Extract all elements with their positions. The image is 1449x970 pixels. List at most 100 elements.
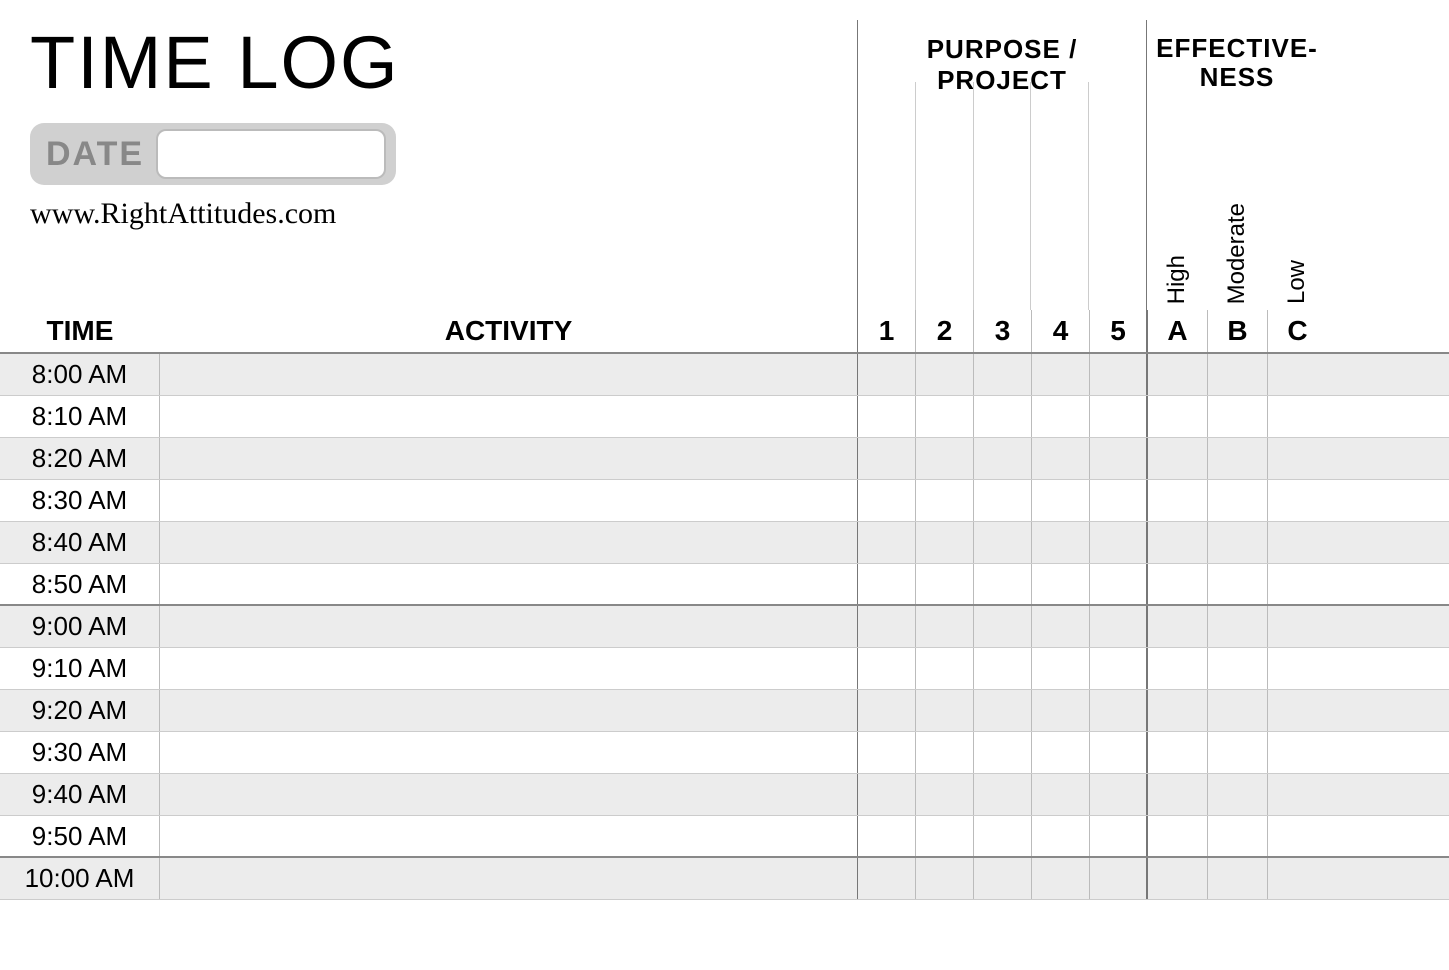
activity-cell[interactable] bbox=[160, 732, 857, 773]
purpose-cell[interactable] bbox=[1031, 522, 1089, 563]
effectiveness-cell[interactable] bbox=[1147, 354, 1207, 395]
effectiveness-cell[interactable] bbox=[1207, 690, 1267, 731]
effectiveness-cell[interactable] bbox=[1207, 480, 1267, 521]
purpose-cell[interactable] bbox=[915, 354, 973, 395]
purpose-cell[interactable] bbox=[973, 522, 1031, 563]
purpose-cell[interactable] bbox=[1089, 816, 1147, 856]
purpose-cell[interactable] bbox=[1089, 396, 1147, 437]
purpose-cell[interactable] bbox=[1031, 606, 1089, 647]
effectiveness-cell[interactable] bbox=[1207, 732, 1267, 773]
effectiveness-cell[interactable] bbox=[1147, 648, 1207, 689]
purpose-cell[interactable] bbox=[915, 690, 973, 731]
purpose-cell[interactable] bbox=[857, 438, 915, 479]
effectiveness-cell[interactable] bbox=[1207, 774, 1267, 815]
purpose-cell[interactable] bbox=[1031, 816, 1089, 856]
effectiveness-cell[interactable] bbox=[1207, 564, 1267, 604]
effectiveness-cell[interactable] bbox=[1207, 522, 1267, 563]
purpose-cell[interactable] bbox=[973, 732, 1031, 773]
effectiveness-cell[interactable] bbox=[1267, 690, 1327, 731]
purpose-cell[interactable] bbox=[1031, 564, 1089, 604]
purpose-cell[interactable] bbox=[857, 648, 915, 689]
purpose-cell[interactable] bbox=[857, 396, 915, 437]
activity-cell[interactable] bbox=[160, 564, 857, 604]
purpose-cell[interactable] bbox=[1031, 690, 1089, 731]
activity-cell[interactable] bbox=[160, 858, 857, 899]
purpose-cell[interactable] bbox=[857, 732, 915, 773]
purpose-cell[interactable] bbox=[1089, 858, 1147, 899]
purpose-cell[interactable] bbox=[1089, 564, 1147, 604]
purpose-cell[interactable] bbox=[1089, 480, 1147, 521]
purpose-cell[interactable] bbox=[1089, 438, 1147, 479]
effectiveness-cell[interactable] bbox=[1267, 648, 1327, 689]
effectiveness-cell[interactable] bbox=[1267, 606, 1327, 647]
purpose-cell[interactable] bbox=[915, 858, 973, 899]
purpose-cell[interactable] bbox=[973, 648, 1031, 689]
purpose-cell[interactable] bbox=[1031, 354, 1089, 395]
effectiveness-cell[interactable] bbox=[1147, 522, 1207, 563]
purpose-cell[interactable] bbox=[973, 396, 1031, 437]
effectiveness-cell[interactable] bbox=[1207, 396, 1267, 437]
effectiveness-cell[interactable] bbox=[1207, 648, 1267, 689]
purpose-cell[interactable] bbox=[857, 816, 915, 856]
purpose-cell[interactable] bbox=[1089, 774, 1147, 815]
effectiveness-cell[interactable] bbox=[1267, 858, 1327, 899]
effectiveness-cell[interactable] bbox=[1147, 690, 1207, 731]
purpose-cell[interactable] bbox=[1031, 774, 1089, 815]
activity-cell[interactable] bbox=[160, 774, 857, 815]
purpose-cell[interactable] bbox=[857, 354, 915, 395]
activity-cell[interactable] bbox=[160, 438, 857, 479]
purpose-cell[interactable] bbox=[915, 522, 973, 563]
purpose-cell[interactable] bbox=[1031, 732, 1089, 773]
purpose-cell[interactable] bbox=[973, 816, 1031, 856]
purpose-cell[interactable] bbox=[1031, 480, 1089, 521]
purpose-cell[interactable] bbox=[915, 564, 973, 604]
purpose-cell[interactable] bbox=[857, 774, 915, 815]
effectiveness-cell[interactable] bbox=[1207, 354, 1267, 395]
purpose-cell[interactable] bbox=[973, 564, 1031, 604]
effectiveness-cell[interactable] bbox=[1207, 816, 1267, 856]
effectiveness-cell[interactable] bbox=[1147, 606, 1207, 647]
date-input[interactable] bbox=[156, 129, 386, 179]
effectiveness-cell[interactable] bbox=[1267, 732, 1327, 773]
effectiveness-cell[interactable] bbox=[1267, 564, 1327, 604]
purpose-cell[interactable] bbox=[915, 774, 973, 815]
effectiveness-cell[interactable] bbox=[1267, 480, 1327, 521]
purpose-cell[interactable] bbox=[915, 732, 973, 773]
purpose-cell[interactable] bbox=[1089, 354, 1147, 395]
effectiveness-cell[interactable] bbox=[1267, 774, 1327, 815]
effectiveness-cell[interactable] bbox=[1147, 564, 1207, 604]
purpose-cell[interactable] bbox=[1089, 732, 1147, 773]
effectiveness-cell[interactable] bbox=[1147, 396, 1207, 437]
purpose-cell[interactable] bbox=[1031, 438, 1089, 479]
purpose-cell[interactable] bbox=[1031, 396, 1089, 437]
purpose-cell[interactable] bbox=[973, 354, 1031, 395]
effectiveness-cell[interactable] bbox=[1207, 606, 1267, 647]
purpose-cell[interactable] bbox=[915, 648, 973, 689]
purpose-cell[interactable] bbox=[1089, 606, 1147, 647]
effectiveness-cell[interactable] bbox=[1267, 522, 1327, 563]
effectiveness-cell[interactable] bbox=[1147, 438, 1207, 479]
purpose-cell[interactable] bbox=[857, 480, 915, 521]
purpose-cell[interactable] bbox=[857, 522, 915, 563]
activity-cell[interactable] bbox=[160, 690, 857, 731]
effectiveness-cell[interactable] bbox=[1267, 816, 1327, 856]
activity-cell[interactable] bbox=[160, 816, 857, 856]
purpose-cell[interactable] bbox=[857, 606, 915, 647]
effectiveness-cell[interactable] bbox=[1267, 438, 1327, 479]
activity-cell[interactable] bbox=[160, 648, 857, 689]
purpose-cell[interactable] bbox=[857, 858, 915, 899]
effectiveness-cell[interactable] bbox=[1267, 354, 1327, 395]
activity-cell[interactable] bbox=[160, 396, 857, 437]
effectiveness-cell[interactable] bbox=[1267, 396, 1327, 437]
purpose-cell[interactable] bbox=[857, 690, 915, 731]
purpose-cell[interactable] bbox=[1031, 648, 1089, 689]
purpose-cell[interactable] bbox=[1089, 690, 1147, 731]
purpose-cell[interactable] bbox=[973, 606, 1031, 647]
effectiveness-cell[interactable] bbox=[1147, 858, 1207, 899]
purpose-cell[interactable] bbox=[1089, 522, 1147, 563]
purpose-cell[interactable] bbox=[915, 816, 973, 856]
purpose-cell[interactable] bbox=[857, 564, 915, 604]
purpose-cell[interactable] bbox=[915, 480, 973, 521]
purpose-cell[interactable] bbox=[973, 690, 1031, 731]
activity-cell[interactable] bbox=[160, 480, 857, 521]
